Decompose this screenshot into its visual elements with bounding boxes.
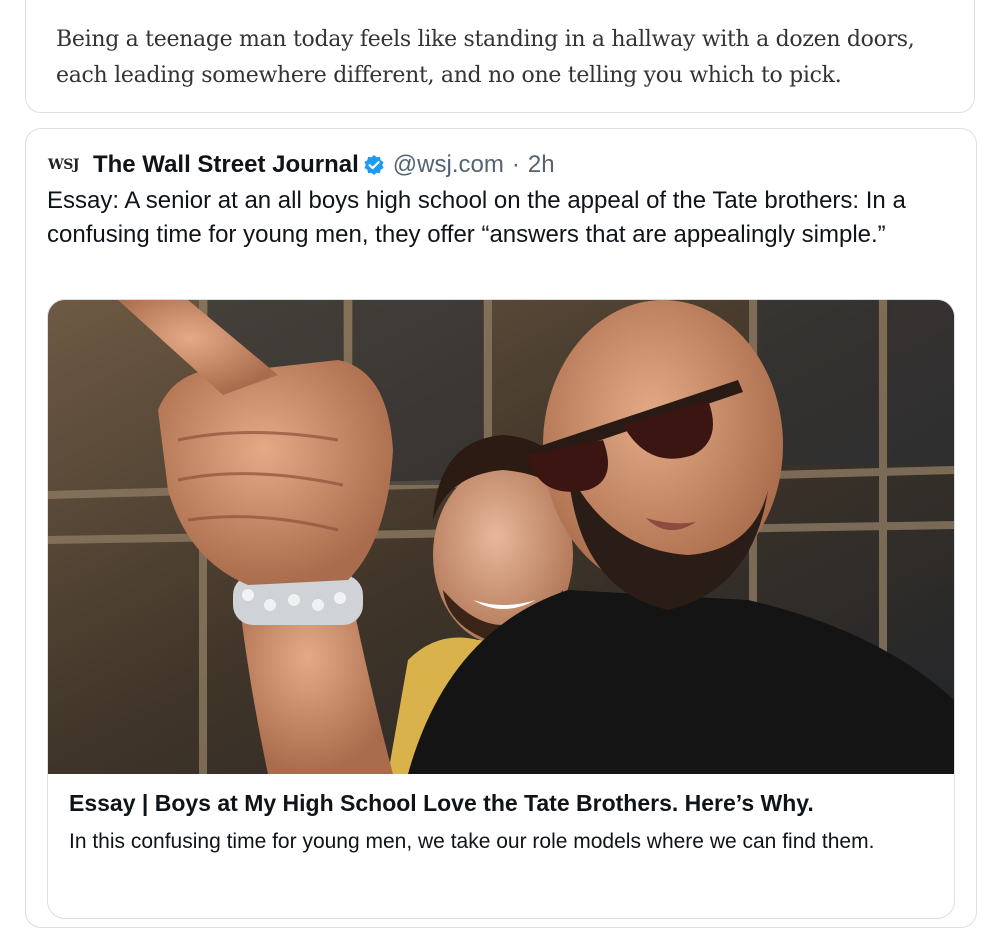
account-name[interactable]: The Wall Street Journal [93, 151, 359, 179]
account-handle[interactable]: @wsj.com [393, 151, 504, 179]
link-preview-card[interactable]: Essay | Boys at My High School Love the … [47, 299, 955, 919]
tweet-text: Essay: A senior at an all boys high scho… [47, 187, 906, 248]
separator-dot: · [511, 151, 520, 178]
article-excerpt-text: Being a teenage man today feels like sta… [56, 27, 915, 88]
article-photo[interactable] [48, 300, 954, 774]
link-description: In this confusing time for young men, we… [69, 830, 875, 853]
wsj-logo[interactable]: WSJ [48, 157, 79, 173]
verified-badge-icon [363, 154, 385, 176]
link-title[interactable]: Essay | Boys at My High School Love the … [69, 790, 814, 817]
post-time[interactable]: 2h [528, 151, 555, 179]
tweet-header: WSJ The Wall Street Journal @wsj.com · 2… [48, 148, 555, 182]
